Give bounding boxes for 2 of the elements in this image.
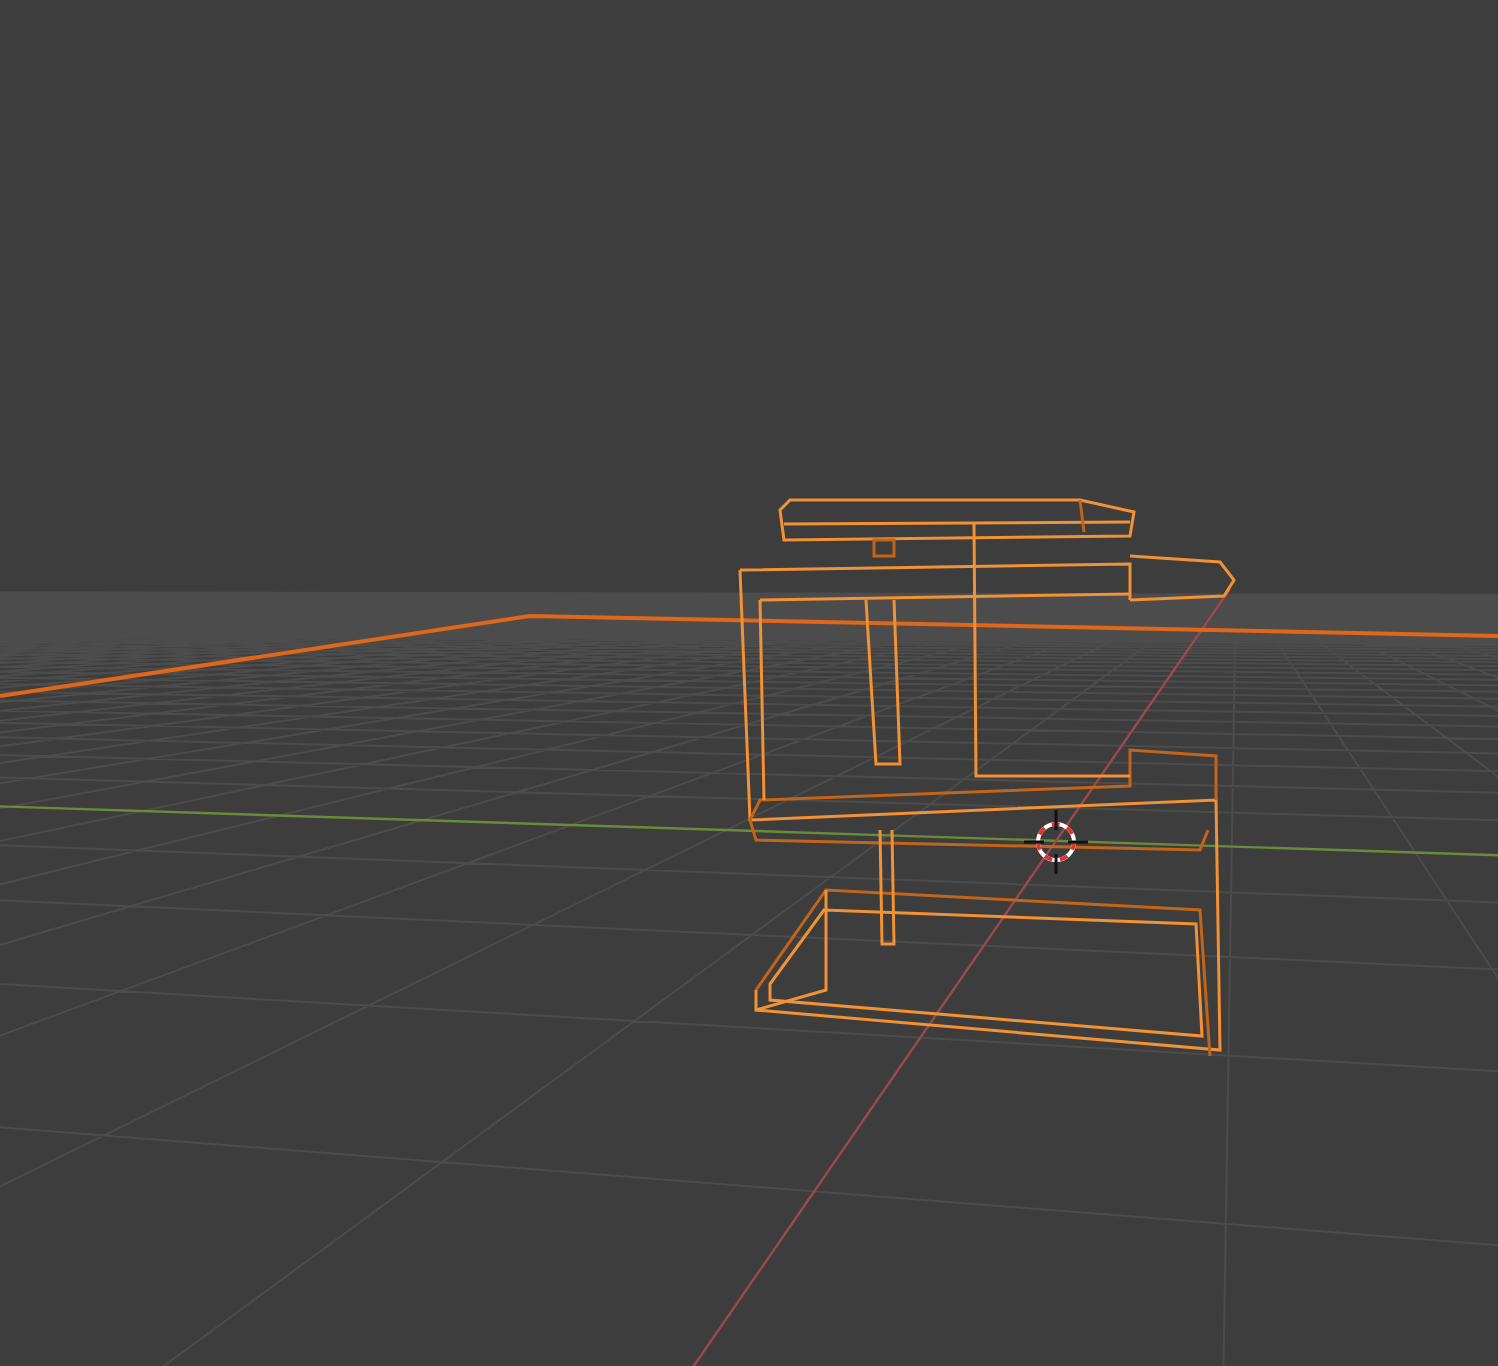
wireframe-drawing[interactable]	[738, 498, 1236, 1057]
3d-cursor-icon[interactable]	[1022, 808, 1090, 876]
